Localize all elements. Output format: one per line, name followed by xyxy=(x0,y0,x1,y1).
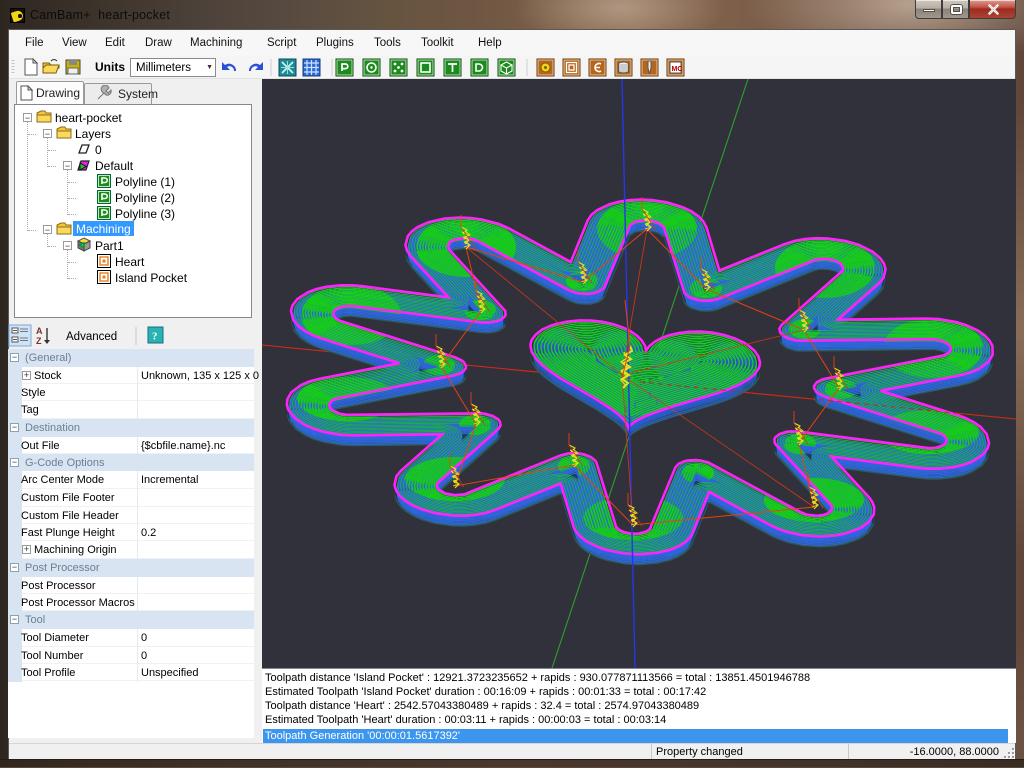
svg-text:Z: Z xyxy=(36,336,42,346)
svg-text:A: A xyxy=(36,326,43,336)
svg-text:Advanced: Advanced xyxy=(66,331,117,343)
svg-text:?: ? xyxy=(152,331,158,343)
svg-text:MC: MC xyxy=(672,66,683,73)
